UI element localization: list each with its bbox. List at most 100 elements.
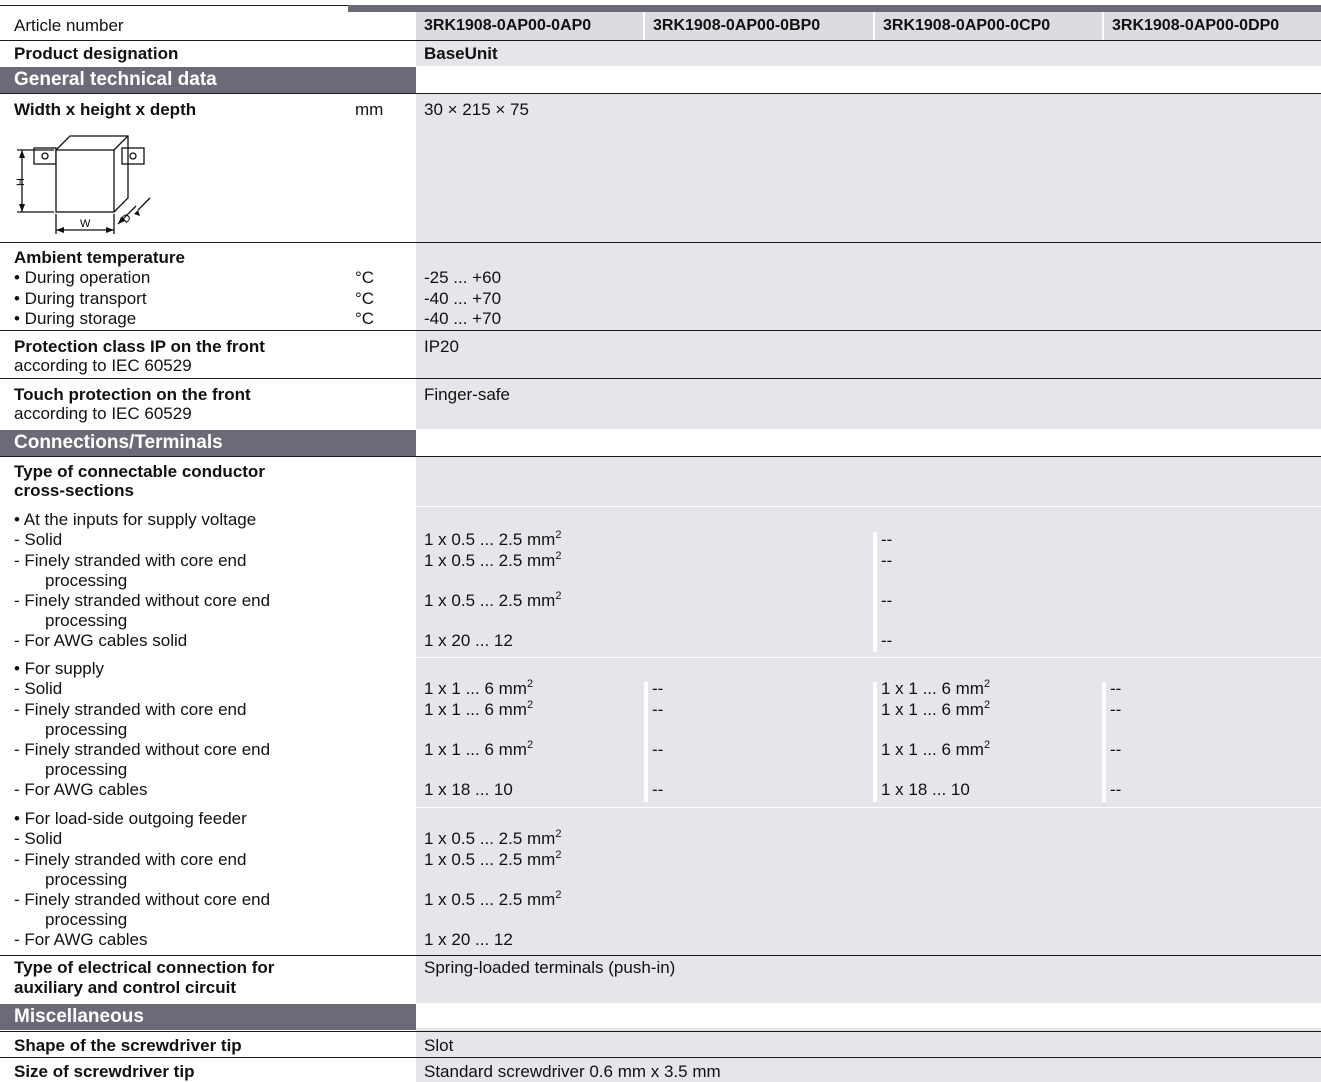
supply-dash: -- (1110, 780, 1122, 799)
size-value: Standard screwdriver 0.6 mm x 3.5 mm (424, 1062, 721, 1081)
supply-fine-without-value: 1 x 1 ... 6 mm2 (424, 739, 534, 760)
supply-fine-without-label: - Finely stranded without core end (14, 740, 271, 759)
inputs-awg-value: 1 x 20 ... 12 (424, 631, 513, 650)
shape-value: Slot (424, 1036, 454, 1055)
ip-value: IP20 (424, 337, 459, 356)
inputs-dash: -- (881, 631, 893, 650)
header-top-rule (0, 5, 348, 6)
load-fine-with-value: 1 x 0.5 ... 2.5 mm2 (424, 849, 562, 870)
load-fine-with-label: processing (45, 870, 128, 889)
load-fine-without-value: 1 x 0.5 ... 2.5 mm2 (424, 889, 562, 910)
supply-awg-value: 1 x 18 ... 10 (881, 780, 970, 799)
elec-label: auxiliary and control circuit (14, 978, 237, 997)
ambient-row-value: -25 ... +60 (424, 268, 502, 287)
inputs-awg-label: - For AWG cables solid (14, 631, 188, 650)
supply-fine-without-value: 1 x 1 ... 6 mm2 (881, 739, 991, 760)
supply-dash: -- (652, 700, 664, 719)
supply-dash: -- (652, 679, 664, 698)
ip-cell-bg (416, 331, 1321, 378)
supply-fine-without-label: processing (45, 760, 128, 779)
ambient-row-label: • During storage (14, 309, 137, 328)
touch-value: Finger-safe (424, 385, 510, 404)
product-designation-value: BaseUnit (424, 44, 498, 63)
svg-text:H: H (15, 178, 27, 186)
supply-dash: -- (1110, 700, 1122, 719)
section-general: General technical data (0, 67, 416, 93)
ambient-row-value: -40 ... +70 (424, 289, 502, 308)
touch-label: Touch protection on the front (14, 385, 251, 404)
ambient-row-unit: °C (355, 268, 375, 287)
supply-fine-with-label: - Finely stranded with core end (14, 700, 247, 719)
touch-sublabel: according to IEC 60529 (14, 404, 192, 423)
article-col-1: 3RK1908-0AP00-0AP0 (416, 12, 643, 40)
supply-dash: -- (652, 780, 664, 799)
supply-awg-label: - For AWG cables (14, 780, 148, 799)
load-fine-without-label: - Finely stranded without core end (14, 890, 271, 909)
section-misc: Miscellaneous (0, 1004, 416, 1030)
shape-label: Shape of the screwdriver tip (14, 1036, 242, 1055)
ambient-row-value: -40 ... +70 (424, 309, 502, 328)
ip-sublabel: according to IEC 60529 (14, 356, 192, 375)
load-awg-label: - For AWG cables (14, 930, 148, 949)
elec-value: Spring-loaded terminals (push-in) (424, 958, 676, 977)
load-awg-value: 1 x 20 ... 12 (424, 930, 513, 949)
ambient-row-label: • During operation (14, 268, 151, 287)
inputs-solid-value: 1 x 0.5 ... 2.5 mm2 (424, 529, 562, 550)
load-label: • For load-side outgoing feeder (14, 809, 247, 828)
whd-cell-bg (416, 94, 1321, 242)
conductor-type-label: cross-sections (14, 481, 134, 500)
whd-label: Width x height x depth (14, 100, 197, 119)
supply-fine-with-label: processing (45, 720, 128, 739)
article-col-3: 3RK1908-0AP00-0CP0 (875, 12, 1102, 40)
supply-solid-value: 1 x 1 ... 6 mm2 (424, 678, 534, 699)
inputs-dash: -- (881, 530, 893, 549)
supply-dash: -- (1110, 679, 1122, 698)
ip-label: Protection class IP on the front (14, 337, 265, 356)
article-col-4: 3RK1908-0AP00-0DP0 (1104, 12, 1321, 40)
conductor-type-label: Type of connectable conductor (14, 462, 265, 481)
ambient-row-unit: °C (355, 309, 375, 328)
load-solid-label: - Solid (14, 829, 63, 848)
inputs-label: • At the inputs for supply voltage (14, 510, 257, 529)
dimension-diagram-icon: H W D (15, 135, 151, 234)
type-cell-bg (416, 457, 1321, 506)
supply-awg-value: 1 x 18 ... 10 (424, 780, 513, 799)
load-fine-with-label: - Finely stranded with core end (14, 850, 247, 869)
supply-cell-bg (416, 658, 1321, 807)
article-number-label: Article number (14, 16, 124, 35)
ambient-label: Ambient temperature (14, 248, 185, 267)
supply-solid-label: - Solid (14, 679, 63, 698)
column-divider (644, 682, 648, 802)
inputs-solid-label: - Solid (14, 530, 63, 549)
supply-dash: -- (652, 740, 664, 759)
supply-fine-with-value: 1 x 1 ... 6 mm2 (424, 699, 534, 720)
section-connections: Connections/Terminals (0, 430, 416, 456)
product-designation-label: Product designation (14, 44, 179, 63)
whd-value: 30 × 215 × 75 (424, 100, 529, 119)
supply-dash: -- (1110, 740, 1122, 759)
supply-fine-with-value: 1 x 1 ... 6 mm2 (881, 699, 991, 720)
ambient-row-unit: °C (355, 289, 375, 308)
inputs-fine-with-label: processing (45, 571, 128, 590)
inputs-fine-without-label: - Finely stranded without core end (14, 591, 271, 610)
touch-cell-bg (416, 379, 1321, 429)
article-col-2: 3RK1908-0AP00-0BP0 (645, 12, 873, 40)
column-divider (873, 682, 877, 802)
inputs-fine-without-label: processing (45, 611, 128, 630)
inputs-fine-with-label: - Finely stranded with core end (14, 551, 247, 570)
svg-text:W: W (80, 218, 91, 230)
inputs-fine-without-value: 1 x 0.5 ... 2.5 mm2 (424, 590, 562, 611)
shape-cell-bg (416, 1032, 1321, 1057)
column-divider (1102, 682, 1106, 802)
designation-cell-bg (416, 41, 1321, 66)
header-accent-bar (348, 5, 1321, 12)
ambient-cell-bg (416, 243, 1321, 330)
column-divider (873, 532, 877, 652)
whd-unit: mm (355, 100, 384, 119)
svg-text:D: D (120, 212, 134, 226)
elec-label: Type of electrical connection for (14, 958, 275, 977)
size-label: Size of screwdriver tip (14, 1062, 195, 1081)
load-fine-without-label: processing (45, 910, 128, 929)
inputs-dash: -- (881, 591, 893, 610)
ambient-row-label: • During transport (14, 289, 147, 308)
